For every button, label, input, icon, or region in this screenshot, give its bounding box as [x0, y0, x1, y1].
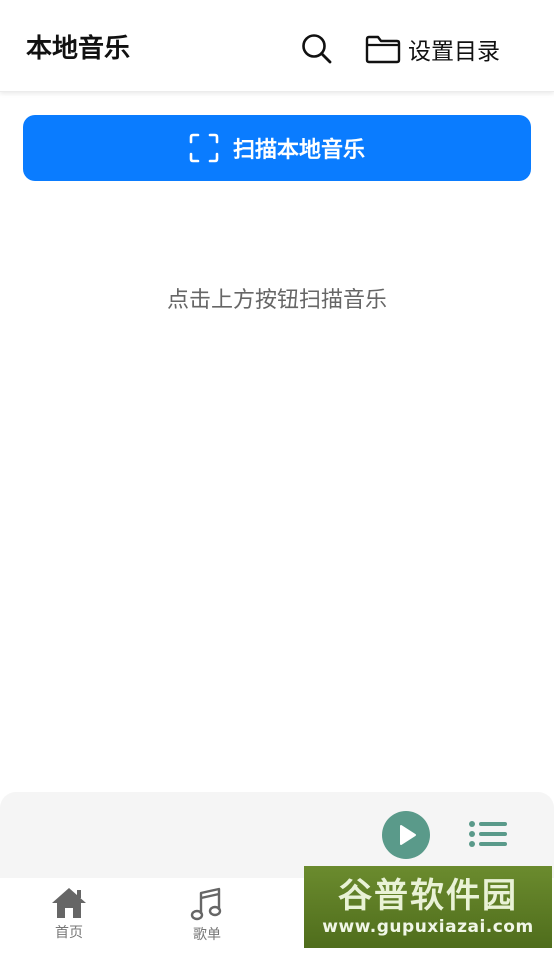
list-icon [469, 821, 507, 847]
home-icon [52, 888, 86, 918]
scan-button-label: 扫描本地音乐 [232, 138, 365, 163]
app-header: 本地音乐 设置目录 [0, 0, 554, 92]
watermark-title: 谷普软件园 [338, 876, 518, 916]
tab-playlist-label: 歌单 [193, 927, 221, 943]
scan-icon [189, 133, 219, 163]
tab-playlist[interactable]: 歌单 [172, 886, 242, 944]
folder-icon [365, 35, 401, 64]
set-directory-button[interactable]: 设置目录 [364, 28, 500, 70]
playlist-button[interactable] [466, 812, 510, 856]
page-title: 本地音乐 [26, 34, 131, 64]
play-icon [400, 825, 416, 845]
scan-local-music-button[interactable]: 扫描本地音乐 [23, 115, 531, 181]
search-icon [302, 34, 332, 64]
empty-state-hint: 点击上方按钮扫描音乐 [166, 288, 387, 313]
tab-home[interactable]: 首页 [34, 886, 104, 942]
music-note-icon [190, 887, 222, 921]
search-button[interactable] [296, 28, 338, 70]
watermark-url: www.gupuxiazai.com [322, 917, 534, 937]
set-directory-label: 设置目录 [408, 39, 500, 65]
watermark-logo: 谷普软件园 www.gupuxiazai.com [304, 866, 552, 948]
tab-home-label: 首页 [55, 925, 83, 941]
play-button[interactable] [382, 811, 430, 859]
